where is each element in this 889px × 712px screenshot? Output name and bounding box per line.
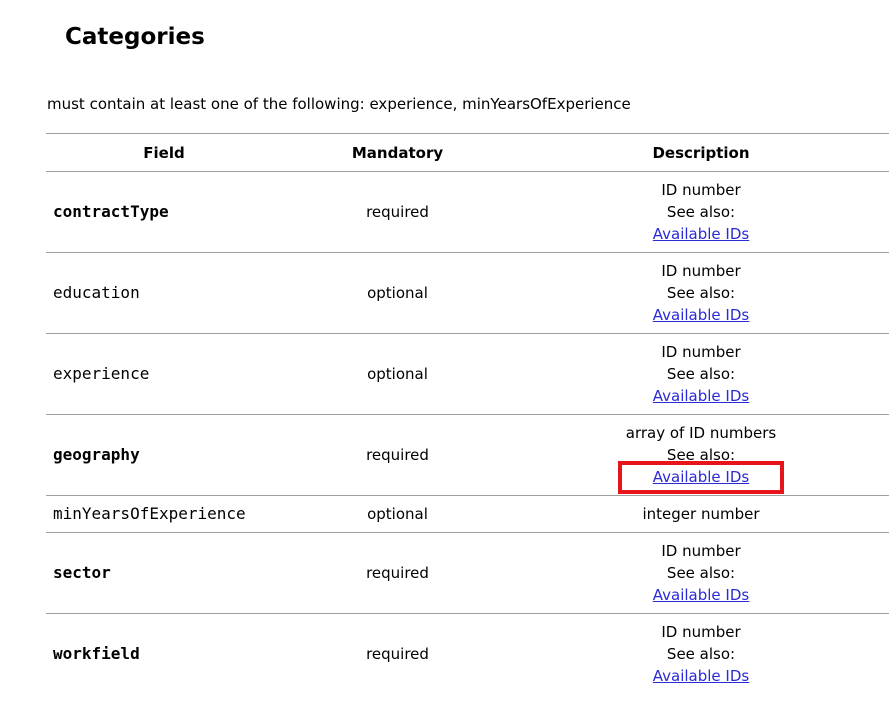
page-title: Categories [65,24,205,50]
table-row: sector required ID number See also: Avai… [46,532,889,614]
available-ids-link[interactable]: Available IDs [653,225,749,243]
field-name: education [46,252,282,334]
field-name: workfield [53,644,140,663]
mandatory-value: optional [282,252,513,334]
available-ids-link[interactable]: Available IDs [653,667,749,685]
see-also-text: See also: [666,564,736,582]
mandatory-value: required [282,414,513,496]
page: Categories must contain at least one of … [0,0,889,712]
type-text: ID number [661,181,741,199]
table-row: workfield required ID number See also: A… [46,614,889,695]
description-cell: ID number See also: Available IDs [513,614,889,695]
field-name: minYearsOfExperience [46,495,282,533]
description-cell: array of ID numbers See also: Available … [513,414,889,496]
type-text: ID number [661,343,741,361]
mandatory-value: optional [282,333,513,415]
description-cell: ID number See also: Available IDs [513,333,889,415]
available-ids-link[interactable]: Available IDs [653,387,749,405]
description-cell: ID number See also: Available IDs [513,532,889,614]
field-name: geography [46,414,282,496]
type-text: ID number [661,623,741,641]
see-also-text: See also: [666,203,736,221]
table-row: contractType required ID number See also… [46,171,889,253]
field-name: experience [46,333,282,415]
mandatory-value: required [282,171,513,253]
see-also-text: See also: [666,446,736,464]
available-ids-link[interactable]: Available IDs [653,586,749,604]
fields-table: Field Mandatory Description contractType… [46,133,889,694]
table-header-row: Field Mandatory Description [46,133,889,172]
type-text: array of ID numbers [625,424,777,442]
table-row: minYearsOfExperience optional integer nu… [46,495,889,533]
field-name: contractType [46,171,282,253]
header-field: Field [46,133,282,172]
available-ids-link-highlighted[interactable]: Available IDs [617,461,785,494]
type-text: ID number [661,262,741,280]
see-also-text: See also: [666,645,736,663]
header-mandatory: Mandatory [282,133,513,172]
header-description: Description [513,133,889,172]
table-row: experience optional ID number See also: … [46,333,889,415]
table-row: geography required array of ID numbers S… [46,414,889,496]
type-text: integer number [642,505,760,523]
mandatory-value: required [282,532,513,614]
type-text: ID number [661,542,741,560]
mandatory-value: optional [282,495,513,533]
field-name: sector [46,532,282,614]
table-row: education optional ID number See also: A… [46,252,889,334]
see-also-text: See also: [666,365,736,383]
available-ids-link[interactable]: Available IDs [653,306,749,324]
see-also-text: See also: [666,284,736,302]
description-cell: ID number See also: Available IDs [513,171,889,253]
description-cell: integer number [513,495,889,533]
requirement-note: must contain at least one of the followi… [47,95,631,113]
mandatory-value: required [366,645,429,663]
description-cell: ID number See also: Available IDs [513,252,889,334]
